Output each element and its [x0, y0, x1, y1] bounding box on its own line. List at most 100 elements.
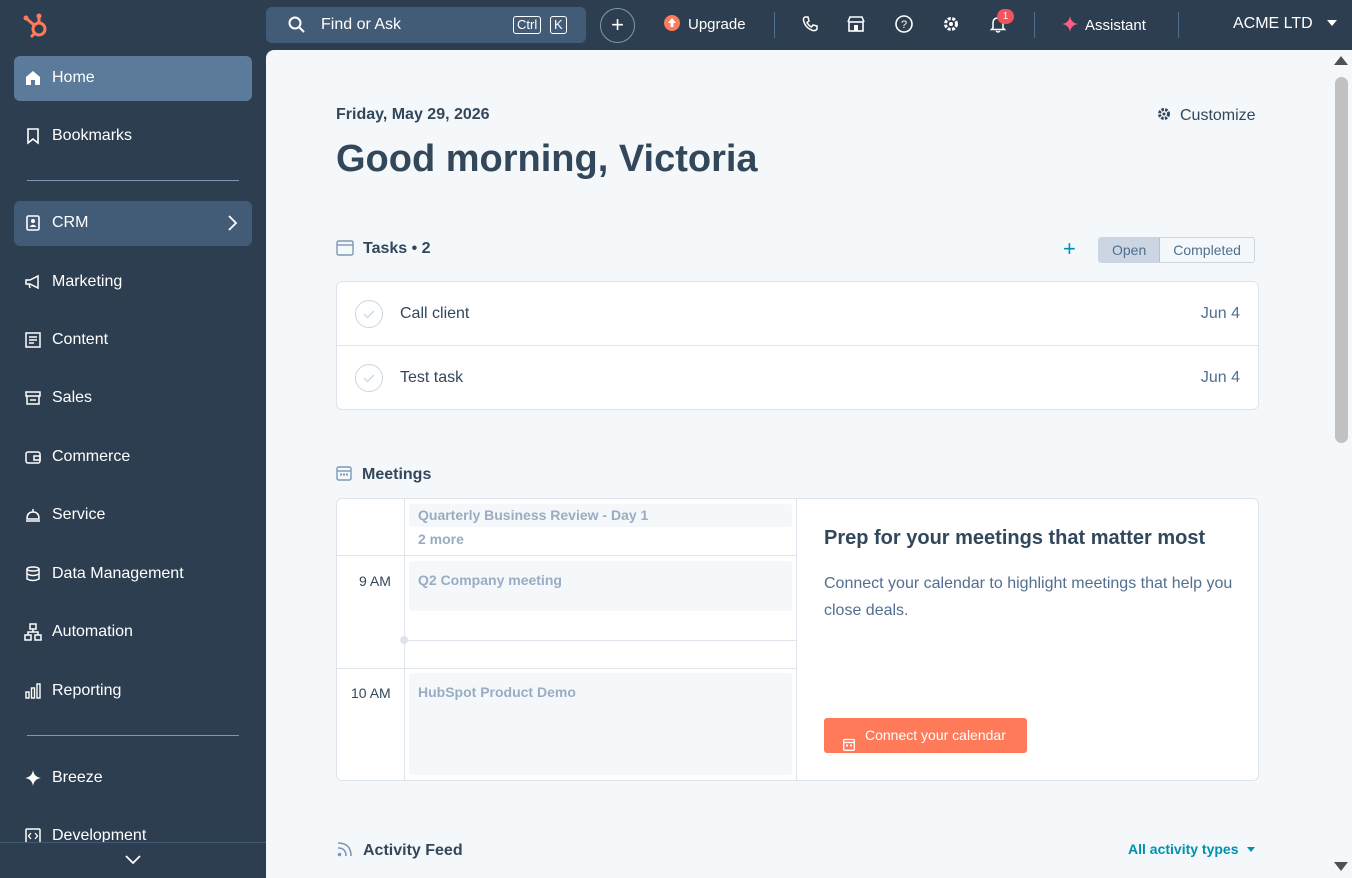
activity-feed-title: Activity Feed: [363, 842, 463, 859]
sidebar-expand-bar[interactable]: [0, 842, 266, 878]
caret-down-icon: [1247, 847, 1256, 852]
sidebar-item-breeze[interactable]: Breeze: [14, 756, 252, 801]
sidebar-item-sales[interactable]: Sales: [14, 376, 252, 421]
tasks-icon: [336, 240, 354, 261]
sidebar-item-automation[interactable]: Automation: [14, 610, 252, 655]
account-menu[interactable]: ACME LTD: [1233, 15, 1338, 33]
calendar-event[interactable]: Quarterly Business Review - Day 1: [409, 504, 792, 527]
sidebar-item-content[interactable]: Content: [14, 318, 252, 363]
settings-gear-icon[interactable]: [941, 14, 961, 36]
tasks-title: Tasks • 2: [363, 240, 431, 257]
complete-task-checkbox[interactable]: [355, 300, 383, 328]
search-bar[interactable]: Find or Ask Ctrl K: [266, 7, 586, 43]
customize-button[interactable]: Customize: [1156, 106, 1256, 127]
tasks-status-toggle: Open Completed: [1098, 237, 1255, 263]
wallet-icon: [24, 448, 42, 466]
task-due-date: Jun 4: [1200, 369, 1240, 386]
sparkle-icon: [1061, 15, 1079, 37]
prep-title: Prep for your meetings that matter most: [824, 527, 1206, 549]
page-scrollbar[interactable]: [1332, 50, 1352, 878]
sidebar-divider: [27, 180, 239, 181]
chevron-down-icon: [124, 853, 142, 872]
sidebar-item-label: Sales: [52, 389, 93, 406]
more-events-link[interactable]: 2 more: [418, 531, 464, 547]
rss-feed-icon: [336, 840, 354, 863]
sidebar-item-service[interactable]: Service: [14, 493, 252, 538]
settings-gear-icon: [1156, 106, 1172, 127]
task-due-date: Jun 4: [1200, 305, 1240, 322]
page-title: Good morning, Victoria: [336, 138, 758, 180]
add-task-button[interactable]: +: [1063, 236, 1076, 262]
calendar-time-label: 9 AM: [359, 573, 391, 589]
connect-calendar-button[interactable]: Connect your calendar: [824, 718, 1027, 753]
bookmark-icon: [24, 127, 42, 145]
meetings-section-header: Meetings: [336, 465, 431, 486]
phone-icon[interactable]: [800, 14, 820, 36]
megaphone-icon: [24, 273, 42, 291]
sidebar-item-label: Bookmarks: [52, 127, 133, 144]
bar-chart-icon: [24, 682, 42, 700]
upgrade-label: Upgrade: [688, 16, 746, 33]
calendar-event[interactable]: HubSpot Product Demo: [409, 673, 792, 775]
sidebar-item-bookmarks[interactable]: Bookmarks: [14, 114, 252, 159]
tasks-section-header: Tasks • 2: [336, 240, 431, 261]
topbar-divider: [774, 12, 775, 38]
create-new-button[interactable]: +: [600, 8, 635, 43]
calendar-event[interactable]: Q2 Company meeting: [409, 561, 792, 611]
marketplace-icon[interactable]: [846, 14, 866, 36]
tasks-list: Call client Jun 4 Test task Jun 4: [336, 281, 1259, 410]
calendar-time-label: 10 AM: [351, 685, 391, 701]
sidebar-item-home[interactable]: Home: [14, 56, 252, 101]
search-icon: [288, 16, 306, 39]
prep-description: Connect your calendar to highlight meeti…: [824, 575, 1233, 619]
k-key-hint: K: [550, 16, 567, 34]
workflow-icon: [24, 623, 42, 641]
sidebar-item-commerce[interactable]: Commerce: [14, 435, 252, 480]
sidebar-item-data-management[interactable]: Data Management: [14, 552, 252, 597]
activity-type-filter[interactable]: All activity types: [1128, 841, 1256, 857]
ctrl-key-hint: Ctrl: [513, 16, 542, 34]
sidebar-item-label: Commerce: [52, 448, 131, 465]
sidebar-item-marketing[interactable]: Marketing: [14, 260, 252, 305]
activity-filter-label: All activity types: [1128, 841, 1239, 857]
scroll-up-arrow-icon[interactable]: [1334, 56, 1348, 65]
task-row[interactable]: Call client Jun 4: [337, 282, 1258, 346]
scroll-down-arrow-icon[interactable]: [1334, 862, 1348, 871]
notification-count-badge: 1: [997, 9, 1014, 24]
sales-icon: [24, 389, 42, 407]
calendar-icon: [336, 465, 352, 486]
task-name[interactable]: Test task: [400, 369, 463, 387]
assistant-label: Assistant: [1085, 17, 1146, 34]
sidebar-item-label: Service: [52, 506, 106, 523]
tab-completed[interactable]: Completed: [1160, 238, 1254, 262]
tab-open[interactable]: Open: [1099, 238, 1161, 262]
sidebar-item-label: Content: [52, 331, 109, 348]
customize-label: Customize: [1180, 107, 1256, 124]
sidebar-item-reporting[interactable]: Reporting: [14, 669, 252, 714]
calendar-icon: [843, 729, 855, 764]
help-icon[interactable]: ?: [894, 14, 914, 36]
task-name[interactable]: Call client: [400, 305, 469, 323]
svg-text:?: ?: [901, 19, 907, 31]
sidebar-item-label: Data Management: [52, 565, 184, 582]
contacts-book-icon: [24, 214, 42, 232]
sidebar-divider: [27, 735, 239, 736]
topbar-divider: [1178, 12, 1179, 38]
hubspot-logo-icon[interactable]: [22, 10, 52, 40]
sparkle-icon: [24, 769, 42, 787]
assistant-button[interactable]: Assistant: [1061, 15, 1146, 37]
sidebar-item-crm[interactable]: CRM: [14, 201, 252, 246]
sidebar-item-label: Breeze: [52, 769, 103, 786]
sidebar-item-label: Home: [52, 69, 95, 86]
task-row[interactable]: Test task Jun 4: [337, 346, 1258, 410]
sidebar-navigation: Home Bookmarks CRM Marketing Content Sal…: [0, 50, 266, 878]
connect-calendar-label: Connect your calendar: [865, 727, 1006, 743]
search-placeholder: Find or Ask: [321, 16, 402, 33]
home-dashboard: Friday, May 29, 2026 Good morning, Victo…: [266, 50, 1332, 878]
scrollbar-thumb[interactable]: [1335, 77, 1348, 443]
account-name: ACME LTD: [1233, 15, 1313, 32]
complete-task-checkbox[interactable]: [355, 364, 383, 392]
upgrade-button[interactable]: Upgrade: [664, 15, 746, 33]
chevron-right-icon: [226, 213, 238, 238]
sidebar-item-label: Marketing: [52, 273, 123, 290]
